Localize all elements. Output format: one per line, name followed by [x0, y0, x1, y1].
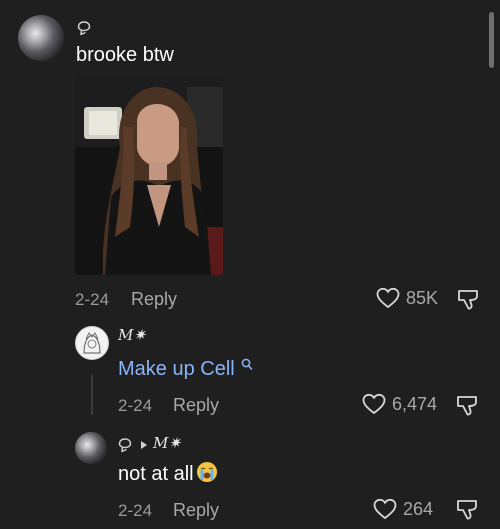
heart-outline-icon — [362, 393, 386, 415]
play-arrow-icon — [141, 441, 147, 449]
reply-button[interactable]: Reply — [131, 289, 177, 310]
like-button[interactable]: 85K — [376, 287, 438, 309]
gem-outline-icon — [77, 21, 91, 36]
like-button[interactable]: 264 — [373, 498, 433, 520]
avatar[interactable] — [75, 432, 107, 464]
heart-outline-icon — [373, 498, 397, 520]
thumbs-down-outline-icon[interactable] — [455, 394, 479, 418]
mention-link[interactable]: Make up Cell — [118, 358, 235, 380]
heart-outline-icon — [376, 287, 400, 309]
comment-text: Make up Cell — [118, 357, 253, 381]
comment-date: 2-24 — [118, 396, 153, 415]
username[interactable]: M✷ — [118, 326, 146, 344]
comment-text: not at all — [118, 461, 218, 486]
like-count: 85K — [406, 287, 439, 308]
like-count: 264 — [403, 498, 434, 519]
avatar[interactable] — [75, 326, 109, 360]
comment-date: 2-24 — [75, 290, 110, 309]
search-icon — [241, 358, 253, 371]
comment-image[interactable] — [75, 77, 223, 275]
username[interactable]: M✷ — [153, 434, 181, 452]
comment-text: brooke btw — [76, 44, 174, 66]
scrollbar[interactable] — [489, 12, 494, 68]
like-count: 6,474 — [392, 393, 438, 414]
comment-date: 2-24 — [118, 501, 153, 520]
reply-button[interactable]: Reply — [173, 500, 219, 521]
thread-line — [91, 375, 93, 415]
reply-button[interactable]: Reply — [173, 395, 219, 416]
loudly-crying-face-emoji — [196, 462, 217, 482]
comment-text-body: not at all — [118, 463, 194, 485]
avatar[interactable] — [18, 15, 64, 61]
thumbs-down-outline-icon[interactable] — [455, 498, 479, 522]
gem-outline-icon — [118, 438, 132, 453]
thumbs-down-outline-icon[interactable] — [456, 288, 480, 312]
like-button[interactable]: 6,474 — [362, 393, 437, 415]
